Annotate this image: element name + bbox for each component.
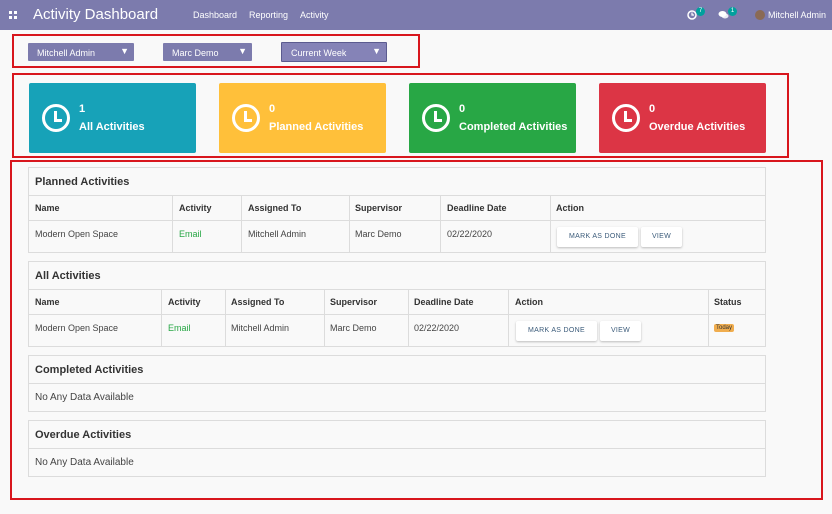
col-action: Action bbox=[556, 203, 584, 213]
cell-activity[interactable]: Email bbox=[179, 229, 202, 239]
cell-supervisor: Marc Demo bbox=[355, 229, 402, 239]
card-count: 0 bbox=[649, 103, 656, 115]
all-activities-title: All Activities bbox=[35, 270, 101, 282]
completed-activities-card[interactable]: 0 Completed Activities bbox=[409, 83, 576, 153]
col-action: Action bbox=[515, 297, 543, 307]
chevron-down-icon: ▼ bbox=[120, 46, 129, 56]
period-filter-value: Current Week bbox=[291, 48, 347, 58]
cell-deadline: 02/22/2020 bbox=[447, 229, 493, 239]
col-name: Name bbox=[35, 297, 60, 307]
cell-name: Modern Open Space bbox=[35, 323, 119, 333]
cell-assigned-to: Mitchell Admin bbox=[248, 229, 307, 239]
cell-assigned-to: Mitchell Admin bbox=[231, 323, 290, 333]
cell-deadline: 02/22/2020 bbox=[414, 323, 460, 333]
col-activity: Activity bbox=[168, 297, 201, 307]
col-supervisor: Supervisor bbox=[355, 203, 403, 213]
apps-grid-icon[interactable] bbox=[9, 11, 17, 19]
planned-activities-title: Planned Activities bbox=[35, 176, 130, 188]
cell-name: Modern Open Space bbox=[35, 229, 119, 239]
col-status: Status bbox=[714, 297, 742, 307]
col-assigned-to: Assigned To bbox=[248, 203, 302, 213]
card-count: 0 bbox=[269, 103, 276, 115]
card-label: Planned Activities bbox=[269, 121, 364, 133]
col-activity: Activity bbox=[179, 203, 212, 213]
clock-icon bbox=[612, 104, 640, 132]
completed-activities-title: Completed Activities bbox=[35, 364, 144, 376]
card-count: 1 bbox=[79, 103, 86, 115]
nav-reporting[interactable]: Reporting bbox=[249, 10, 288, 20]
activity-count-badge: 7 bbox=[696, 7, 705, 16]
overdue-activities-title: Overdue Activities bbox=[35, 429, 132, 441]
status-badge: Today bbox=[714, 324, 735, 332]
col-assigned-to: Assigned To bbox=[231, 297, 285, 307]
clock-icon bbox=[232, 104, 260, 132]
col-name: Name bbox=[35, 203, 60, 213]
chevron-down-icon: ▼ bbox=[372, 46, 381, 56]
col-supervisor: Supervisor bbox=[330, 297, 378, 307]
chevron-down-icon: ▼ bbox=[238, 46, 247, 56]
col-deadline: Deadline Date bbox=[447, 203, 507, 213]
view-button[interactable]: VIEW bbox=[600, 321, 641, 341]
top-navbar: Activity Dashboard Dashboard Reporting A… bbox=[0, 0, 832, 30]
supervisor-filter-value: Marc Demo bbox=[172, 48, 219, 58]
planned-activities-panel: Planned Activities Name Activity Assigne… bbox=[28, 167, 766, 253]
clock-icon bbox=[422, 104, 450, 132]
overdue-activities-panel: Overdue Activities No Any Data Available bbox=[28, 420, 766, 477]
cell-activity[interactable]: Email bbox=[168, 323, 191, 333]
card-label: Overdue Activities bbox=[649, 121, 746, 133]
all-activities-card[interactable]: 1 All Activities bbox=[29, 83, 196, 153]
completed-activities-panel: Completed Activities No Any Data Availab… bbox=[28, 355, 766, 412]
nav-activity[interactable]: Activity bbox=[300, 10, 329, 20]
overdue-activities-card[interactable]: 0 Overdue Activities bbox=[599, 83, 766, 153]
empty-message: No Any Data Available bbox=[35, 457, 134, 468]
col-deadline: Deadline Date bbox=[414, 297, 474, 307]
view-button[interactable]: VIEW bbox=[641, 227, 682, 247]
planned-activities-card[interactable]: 0 Planned Activities bbox=[219, 83, 386, 153]
card-label: Completed Activities bbox=[459, 121, 568, 133]
mark-as-done-button[interactable]: MARK AS DONE bbox=[557, 227, 638, 247]
mark-as-done-button[interactable]: MARK AS DONE bbox=[516, 321, 597, 341]
message-count-badge: 1 bbox=[728, 7, 737, 16]
all-activities-panel: All Activities Name Activity Assigned To… bbox=[28, 261, 766, 347]
period-filter-select[interactable]: Current Week ▼ bbox=[281, 42, 387, 62]
supervisor-filter-select[interactable]: Marc Demo ▼ bbox=[163, 43, 252, 61]
user-menu[interactable]: Mitchell Admin bbox=[768, 10, 826, 20]
clock-icon bbox=[42, 104, 70, 132]
nav-dashboard[interactable]: Dashboard bbox=[193, 10, 237, 20]
empty-message: No Any Data Available bbox=[35, 392, 134, 403]
user-filter-value: Mitchell Admin bbox=[37, 48, 96, 58]
card-label: All Activities bbox=[79, 121, 145, 133]
cell-supervisor: Marc Demo bbox=[330, 323, 377, 333]
app-title: Activity Dashboard bbox=[33, 6, 159, 23]
user-filter-select[interactable]: Mitchell Admin ▼ bbox=[28, 43, 134, 61]
card-count: 0 bbox=[459, 103, 466, 115]
user-avatar[interactable] bbox=[755, 10, 765, 20]
